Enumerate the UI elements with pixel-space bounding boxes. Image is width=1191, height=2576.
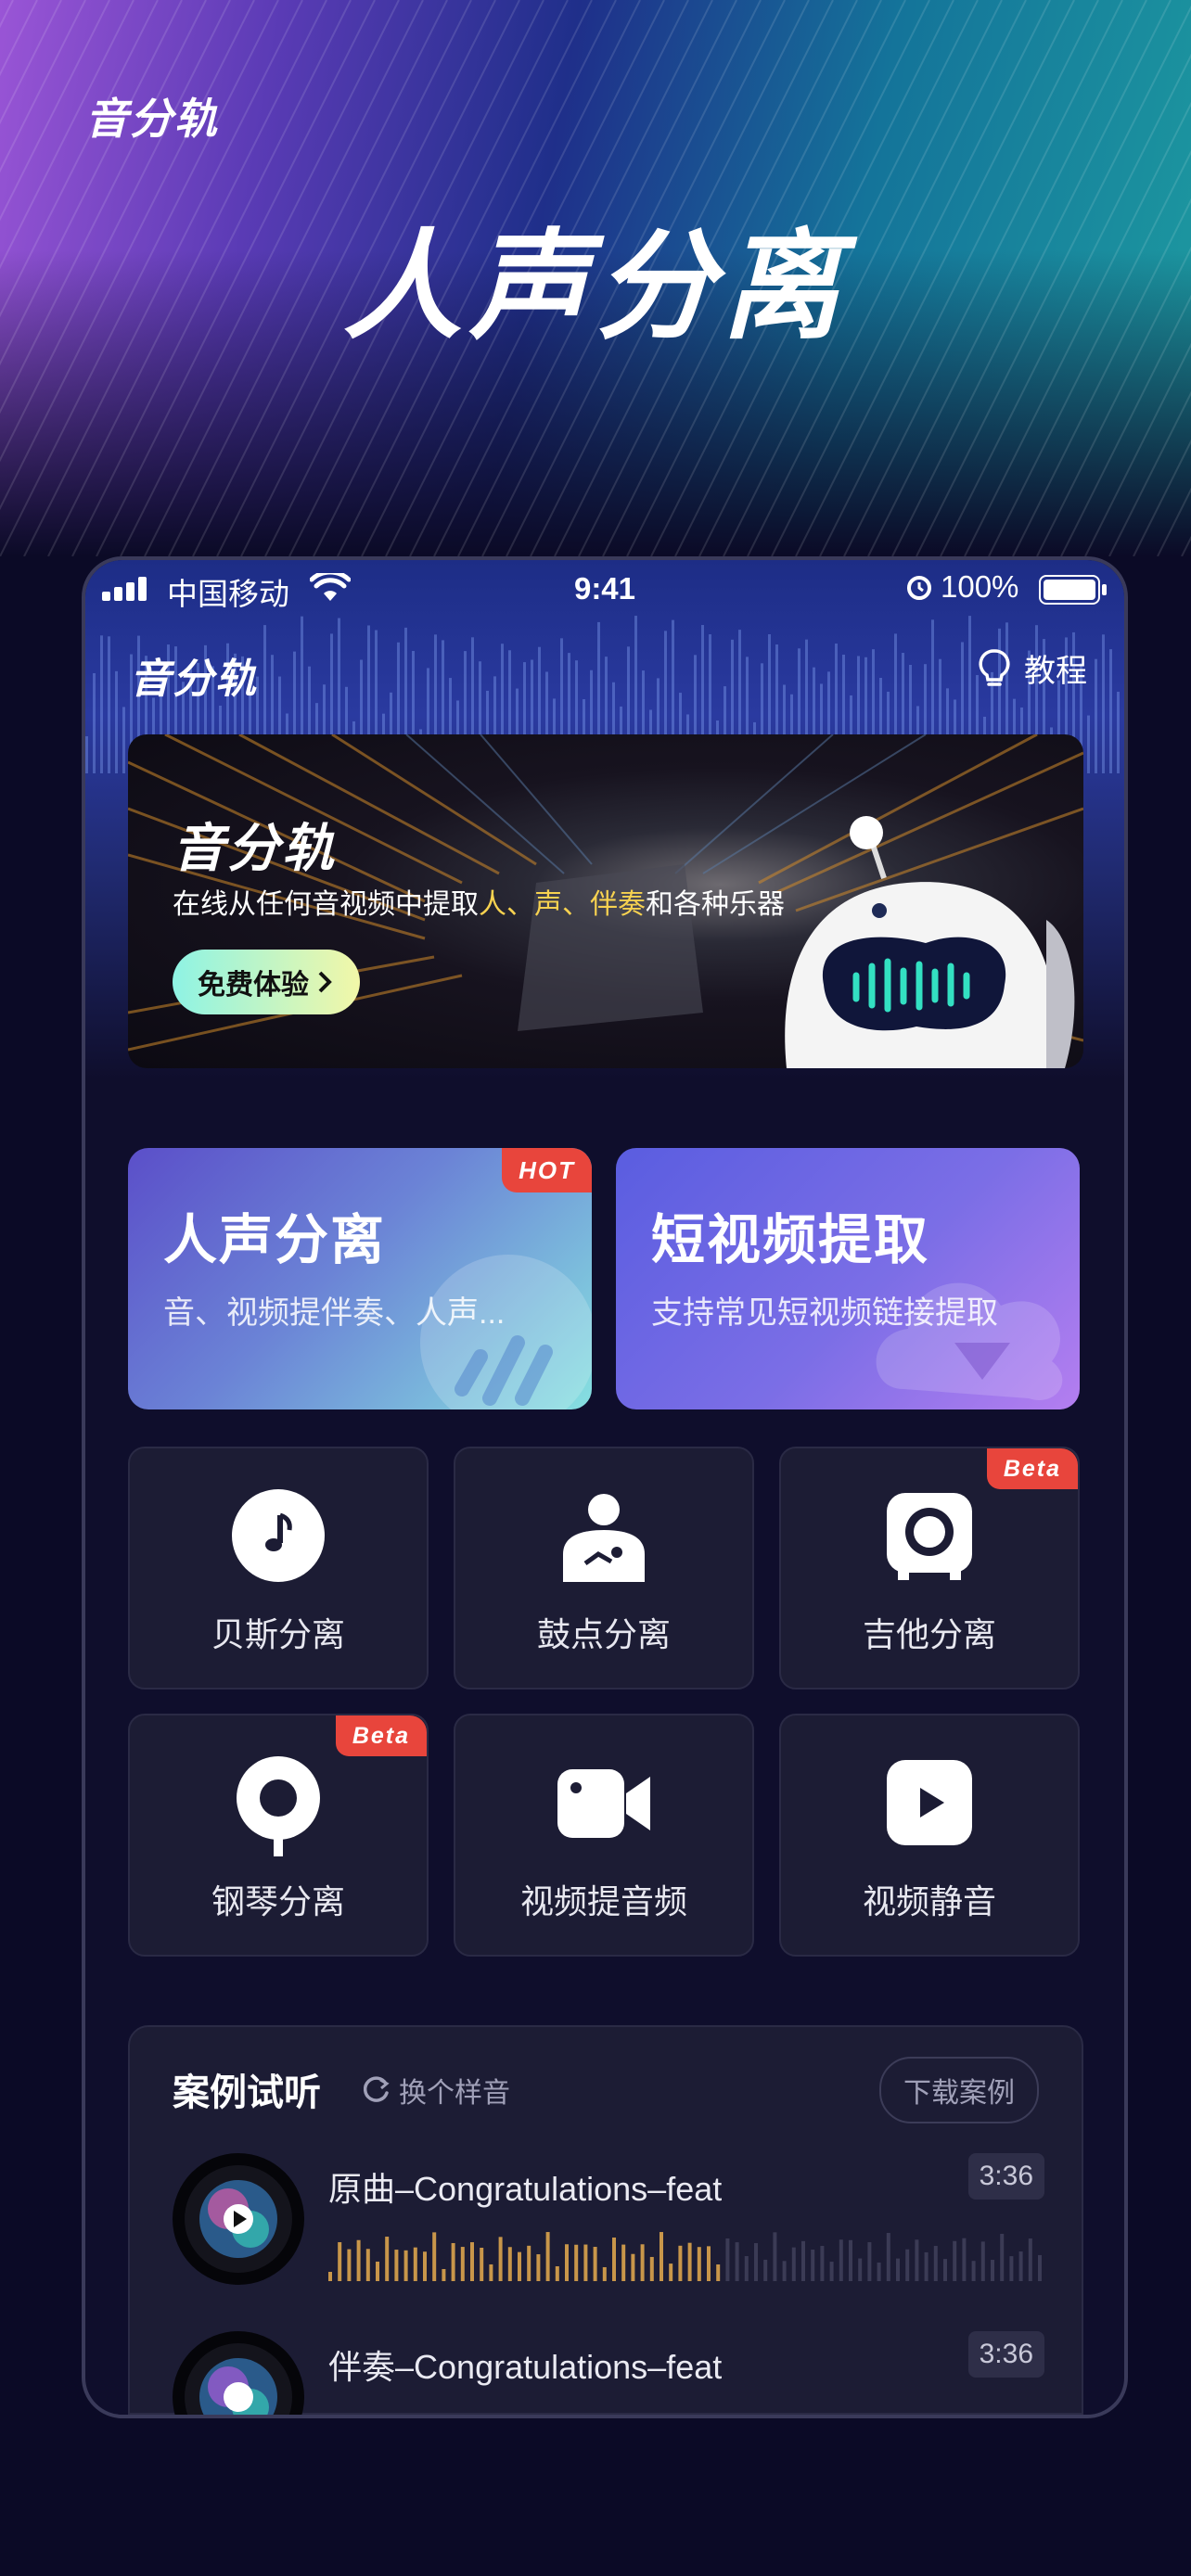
track-name: 伴奏–Congratulations–feat (328, 2348, 723, 2386)
beta-badge: Beta (335, 1715, 427, 1756)
case-track-accompaniment[interactable]: 伴奏–Congratulations–feat 3:36 (173, 2331, 1044, 2418)
play-icon (887, 1760, 972, 1845)
swap-sample-label: 换个样音 (399, 2078, 510, 2109)
play-disc-icon[interactable] (173, 2331, 304, 2418)
track-name: 原曲–Congratulations–feat (328, 2170, 723, 2208)
case-track-original[interactable]: 原曲–Congratulations–feat 3:36 (173, 2153, 1044, 2292)
track-duration: 3:36 (967, 2331, 1044, 2378)
tool-video-mute[interactable]: 视频静音 (779, 1714, 1080, 1957)
tutorial-label: 教程 (1024, 654, 1087, 689)
download-case-button[interactable]: 下载案例 (879, 2057, 1039, 2123)
status-bar: 中国移动 9:41 100% (85, 560, 1124, 619)
short-video-subtitle: 支持常见短视频链接提取 (651, 1295, 998, 1331)
app-brand: 音分轨 (130, 657, 258, 702)
piano-pin-icon (237, 1756, 320, 1856)
promo-banner[interactable]: 音分轨 在线从任何音视频中提取人、声、伴奏和各种乐器 免费体验 (128, 734, 1083, 1068)
hot-badge: HOT (502, 1148, 592, 1192)
robot-mascot-icon (785, 816, 1075, 1068)
case-section-title: 案例试听 (173, 2072, 321, 2113)
vocal-separation-title: 人声分离 (163, 1210, 387, 1270)
tool-label: 鼓点分离 (536, 1615, 671, 1653)
refresh-icon (363, 2076, 390, 2102)
tool-piano-separation[interactable]: 钢琴分离 Beta (128, 1714, 429, 1957)
chevron-right-icon (318, 971, 332, 993)
music-note-icon (232, 1489, 325, 1582)
guitar-amp-icon (887, 1493, 972, 1580)
poster-brand: 音分轨 (85, 95, 219, 143)
track-duration: 3:36 (967, 2153, 1044, 2200)
vocal-separation-card[interactable]: 人声分离 音、视频提伴奏、人声... HOT (128, 1148, 592, 1409)
lightbulb-icon (979, 648, 1010, 686)
short-video-title: 短视频提取 (651, 1210, 930, 1270)
tool-label: 吉他分离 (862, 1615, 996, 1653)
tool-label: 视频静音 (862, 1882, 996, 1920)
banner-subtitle: 在线从任何音视频中提取人、声、伴奏和各种乐器 (173, 889, 785, 920)
poster-title: 人声分离 (342, 221, 848, 353)
tool-label: 视频提音频 (519, 1882, 687, 1920)
battery-percent: 100% (941, 569, 1019, 604)
tool-video-to-audio[interactable]: 视频提音频 (454, 1714, 754, 1957)
battery-icon (1039, 575, 1107, 605)
beta-badge: Beta (986, 1448, 1078, 1489)
track-waveform (328, 2232, 1042, 2281)
alarm-icon (907, 576, 931, 600)
banner-title: 音分轨 (173, 819, 337, 877)
free-trial-button[interactable]: 免费体验 (173, 950, 360, 1014)
poster-header: 音分轨 人声分离 (0, 0, 1191, 556)
tool-guitar-separation[interactable]: 吉他分离 Beta (779, 1447, 1080, 1690)
tool-drum-separation[interactable]: 鼓点分离 (454, 1447, 754, 1690)
swap-sample-button[interactable]: 换个样音 (360, 2070, 510, 2111)
tool-label: 贝斯分离 (211, 1615, 345, 1653)
free-trial-label: 免费体验 (198, 970, 309, 1001)
video-camera-icon (557, 1769, 650, 1838)
play-disc-icon[interactable] (173, 2153, 304, 2285)
tool-label: 钢琴分离 (211, 1882, 345, 1920)
drummer-icon (563, 1494, 645, 1582)
tutorial-button[interactable]: 教程 (978, 645, 1087, 691)
vocal-separation-subtitle: 音、视频提伴奏、人声... (163, 1295, 506, 1331)
tool-bass-separation[interactable]: 贝斯分离 (128, 1447, 429, 1690)
phone-frame: 中国移动 9:41 100% 音分轨 教程 音分轨 在线从任何音视频中提取人、声… (82, 556, 1128, 2418)
short-video-extract-card[interactable]: 短视频提取 支持常见短视频链接提取 (616, 1148, 1080, 1409)
case-preview-section: 案例试听 换个样音 下载案例 原曲–Congratulations–feat 3… (128, 2025, 1083, 2415)
